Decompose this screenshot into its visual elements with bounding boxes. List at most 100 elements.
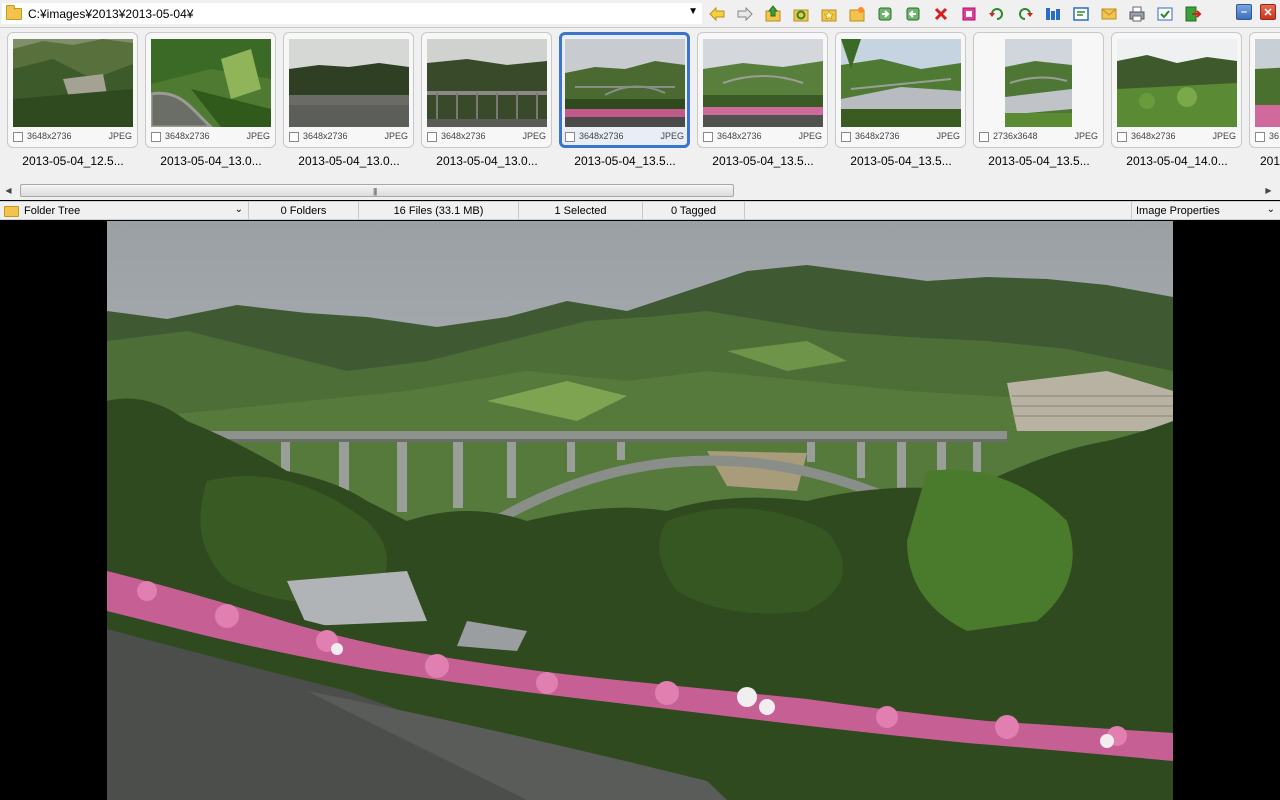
folder-icon xyxy=(4,205,19,217)
thumbnail-card[interactable]: 3648x2736 JPEG xyxy=(283,32,414,148)
image-dimensions: 3648x2736 xyxy=(303,131,348,141)
path-text: C:¥images¥2013¥2013-05-04¥ xyxy=(28,6,194,21)
thumbnail-filename[interactable]: 2013-05-04_13.0... xyxy=(418,154,556,168)
scroll-left-arrow-icon[interactable]: ◀ xyxy=(0,182,17,199)
image-format: JPEG xyxy=(522,131,546,141)
thumbnail-card[interactable]: 3648x2736 JPEG xyxy=(421,32,552,148)
email-icon[interactable] xyxy=(1097,3,1121,25)
scrollbar-thumb[interactable]: ||| xyxy=(20,184,734,197)
thumbnail-image xyxy=(565,39,685,127)
thumbnail-filename[interactable]: 2013-05-04_13.5... xyxy=(832,154,970,168)
thumbnail-image xyxy=(841,39,961,127)
slideshow-icon[interactable] xyxy=(1069,3,1093,25)
thumbnail-card-selected[interactable]: 3648x2736 JPEG xyxy=(559,32,690,148)
selected-count: 1 Selected xyxy=(519,202,643,220)
tag-checkbox[interactable] xyxy=(979,132,989,142)
delete-icon[interactable] xyxy=(929,3,953,25)
thumbnail-card[interactable]: 3648x2736 JPEG xyxy=(1111,32,1242,148)
exit-icon[interactable] xyxy=(1181,3,1205,25)
close-button[interactable]: ✕ xyxy=(1260,4,1276,20)
thumbnail-filename[interactable]: 201 xyxy=(1246,154,1280,168)
thumbnail-card[interactable]: 3648x2736 JPEG xyxy=(835,32,966,148)
compare-icon[interactable] xyxy=(1041,3,1065,25)
tag-checkbox[interactable] xyxy=(427,132,437,142)
thumbnail-card[interactable]: 3648x2736 JPEG xyxy=(7,32,138,148)
thumbnail-filename[interactable]: 2013-05-04_13.0... xyxy=(280,154,418,168)
image-format: JPEG xyxy=(384,131,408,141)
image-dimensions: 3648x2736 xyxy=(165,131,210,141)
double-chevron-down-icon[interactable]: ⌄ xyxy=(235,204,243,215)
thumbnail-filename[interactable]: 2013-05-04_14.0... xyxy=(1108,154,1246,168)
image-dimensions: 3648x2736 xyxy=(717,131,762,141)
top-toolbar: C:¥images¥2013¥2013-05-04¥ ▼ – ✕ xyxy=(0,0,1280,28)
forward-arrow-icon[interactable] xyxy=(733,3,757,25)
favorite-folder-icon[interactable] xyxy=(817,3,841,25)
thumbnail-image xyxy=(1005,39,1072,127)
up-folder-icon[interactable] xyxy=(761,3,785,25)
tag-checkbox[interactable] xyxy=(565,132,575,142)
thumbnail-filename[interactable]: 2013-05-04_13.5... xyxy=(970,154,1108,168)
path-combobox[interactable]: C:¥images¥2013¥2013-05-04¥ ▼ xyxy=(2,3,702,24)
thumbnail-card[interactable]: 3648x2736 JPEG xyxy=(697,32,828,148)
image-format: JPEG xyxy=(660,131,684,141)
tag-checkbox[interactable] xyxy=(1255,132,1265,142)
image-dimensions: 3648x2736 xyxy=(855,131,900,141)
rotate-right-icon[interactable] xyxy=(1013,3,1037,25)
thumbnail-card[interactable]: 2736x3648 JPEG xyxy=(973,32,1104,148)
tag-checkbox[interactable] xyxy=(1117,132,1127,142)
tag-checkbox[interactable] xyxy=(289,132,299,142)
dropdown-arrow-icon[interactable]: ▼ xyxy=(688,6,698,17)
tag-checkbox[interactable] xyxy=(13,132,23,142)
thumbnail-card[interactable]: 36 xyxy=(1249,32,1280,148)
image-dimensions: 2736x3648 xyxy=(993,131,1038,141)
thumbnail-filename[interactable]: 2013-05-04_12.5... xyxy=(4,154,142,168)
tag-checkbox[interactable] xyxy=(151,132,161,142)
image-format: JPEG xyxy=(798,131,822,141)
image-format: JPEG xyxy=(246,131,270,141)
image-format: JPEG xyxy=(936,131,960,141)
new-folder-icon[interactable] xyxy=(845,3,869,25)
image-dimensions: 36 xyxy=(1269,131,1280,141)
properties-icon[interactable] xyxy=(1153,3,1177,25)
toolbar-icons xyxy=(705,3,1205,25)
thumbnail-filename[interactable]: 2013-05-04_13.5... xyxy=(556,154,694,168)
image-format: JPEG xyxy=(108,131,132,141)
tag-checkbox[interactable] xyxy=(841,132,851,142)
rotate-left-icon[interactable] xyxy=(985,3,1009,25)
thumbnail-image xyxy=(289,39,409,127)
thumbnail-image xyxy=(13,39,133,127)
print-icon[interactable] xyxy=(1125,3,1149,25)
image-dimensions: 3648x2736 xyxy=(1131,131,1176,141)
horizontal-scrollbar[interactable]: ◀ ||| ▶ xyxy=(0,182,1280,199)
minimize-button[interactable]: – xyxy=(1236,4,1252,20)
move-to-icon[interactable] xyxy=(901,3,925,25)
tagged-count: 0 Tagged xyxy=(643,202,745,220)
thumbnail-card[interactable]: 3648x2736 JPEG xyxy=(145,32,276,148)
refresh-icon[interactable] xyxy=(789,3,813,25)
tag-checkbox[interactable] xyxy=(703,132,713,142)
thumbnail-image xyxy=(151,39,271,127)
thumbnail-image xyxy=(703,39,823,127)
thumbnail-image xyxy=(1117,39,1237,127)
image-format: JPEG xyxy=(1212,131,1236,141)
thumbnail-filename[interactable]: 2013-05-04_13.0... xyxy=(142,154,280,168)
double-chevron-down-icon[interactable]: ⌄ xyxy=(1267,204,1275,215)
folder-count: 0 Folders xyxy=(249,202,359,220)
image-properties-toggle[interactable]: Image Properties ⌄ xyxy=(1131,202,1280,220)
folder-tree-toggle[interactable]: Folder Tree ⌄ xyxy=(0,202,249,220)
thumbnail-filename[interactable]: 2013-05-04_13.5... xyxy=(694,154,832,168)
thumbnail-strip: 3648x2736 JPEG 2013-05-04_12.5... 3648x2… xyxy=(0,28,1280,200)
folder-tree-label: Folder Tree xyxy=(24,205,81,217)
back-arrow-icon[interactable] xyxy=(705,3,729,25)
scroll-right-arrow-icon[interactable]: ▶ xyxy=(1260,182,1277,199)
image-viewer[interactable] xyxy=(0,221,1280,800)
stop-icon[interactable] xyxy=(957,3,981,25)
image-properties-label: Image Properties xyxy=(1136,205,1220,217)
window-controls: – ✕ xyxy=(1236,4,1276,20)
file-count: 16 Files (33.1 MB) xyxy=(359,202,519,220)
thumbnail-image xyxy=(1255,39,1280,127)
copy-to-icon[interactable] xyxy=(873,3,897,25)
status-bar: Folder Tree ⌄ 0 Folders 16 Files (33.1 M… xyxy=(0,201,1280,220)
image-format: JPEG xyxy=(1074,131,1098,141)
image-dimensions: 3648x2736 xyxy=(441,131,486,141)
